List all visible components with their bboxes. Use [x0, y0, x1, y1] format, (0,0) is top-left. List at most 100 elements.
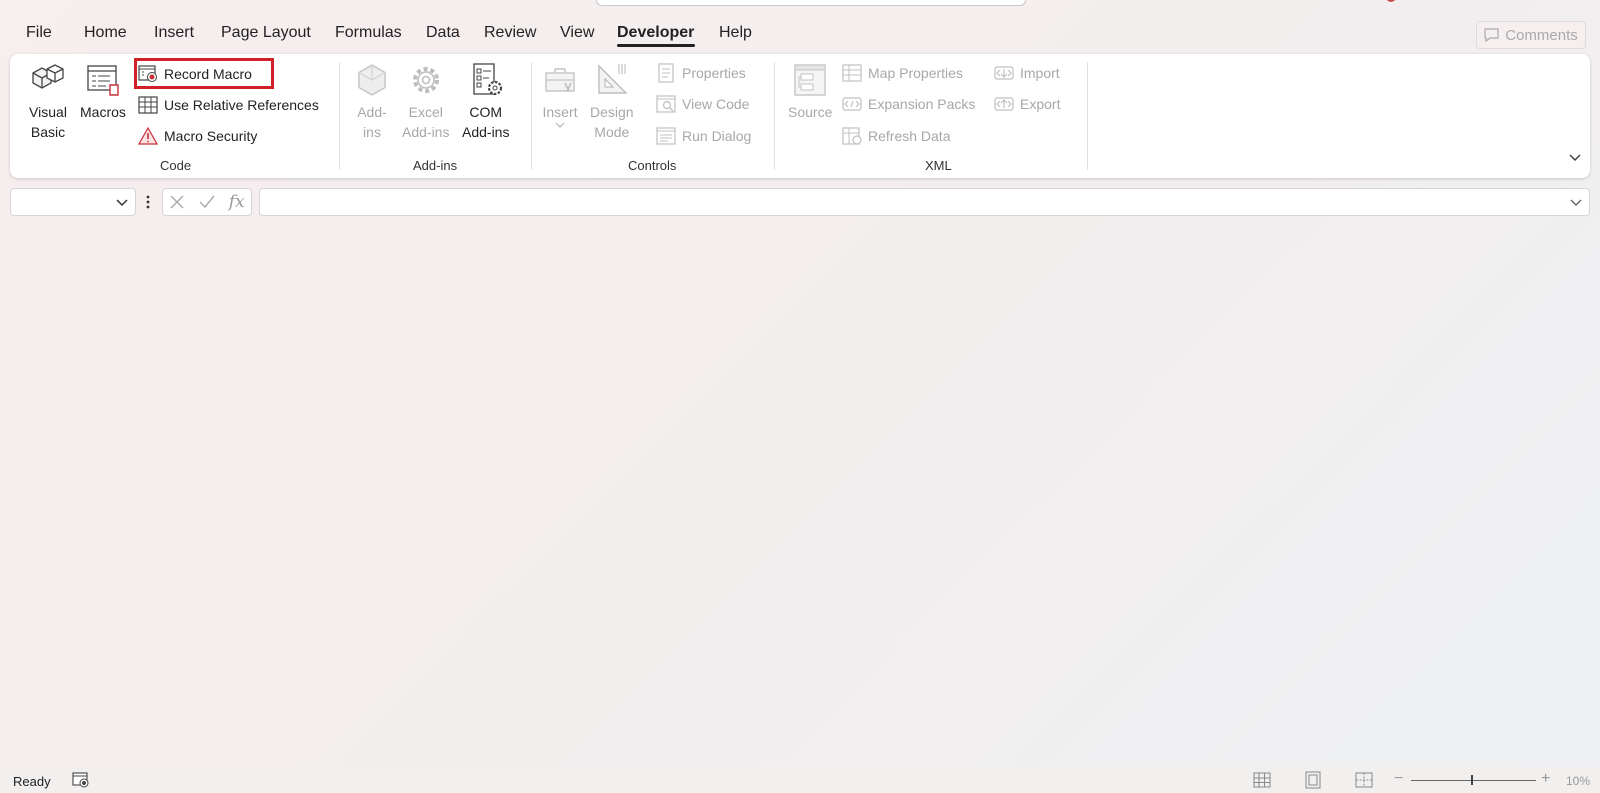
view-code-button[interactable]: View Code: [656, 91, 749, 117]
table-grid-icon: [138, 95, 158, 115]
export-icon: [994, 94, 1014, 114]
tab-data[interactable]: Data: [426, 24, 460, 42]
xml-export-label: Export: [1020, 96, 1061, 112]
run-dialog-button[interactable]: Run Dialog: [656, 123, 751, 149]
excel-addins-label-1: Excel: [408, 104, 443, 120]
com-addins-label-1: COM: [469, 104, 503, 120]
visual-basic-icon: [28, 60, 68, 100]
name-box[interactable]: [10, 188, 136, 216]
title-search-box[interactable]: [596, 0, 1026, 6]
insert-controls-button[interactable]: Insert: [540, 60, 580, 128]
tab-home[interactable]: Home: [84, 24, 127, 42]
properties-icon: [656, 63, 676, 83]
properties-button[interactable]: Properties: [656, 60, 746, 86]
record-macro-icon: [138, 64, 158, 84]
macro-security-button[interactable]: Macro Security: [138, 123, 257, 149]
tab-help[interactable]: Help: [719, 24, 752, 42]
triangle-ruler-icon: [592, 60, 632, 100]
group-divider: [339, 62, 340, 170]
addins-group-label: Add-ins: [413, 158, 458, 173]
run-dialog-icon: [656, 126, 676, 146]
visual-basic-label-2: Basic: [30, 124, 66, 140]
refresh-data-button[interactable]: Refresh Data: [842, 123, 950, 149]
zoom-out-icon[interactable]: −: [1394, 770, 1403, 788]
comment-icon: [1484, 28, 1499, 42]
page-break-preview-icon[interactable]: [1355, 771, 1373, 789]
formula-controls: fx: [162, 188, 252, 216]
excel-addins-label-2: Add-ins: [402, 124, 450, 140]
com-addins-button[interactable]: COM Add-ins: [462, 60, 509, 142]
xml-import-label: Import: [1020, 65, 1060, 81]
macro-recording-status-icon[interactable]: [72, 772, 90, 788]
tab-file[interactable]: File: [26, 24, 52, 42]
addins-label-2: ins: [363, 124, 381, 140]
group-divider: [1087, 62, 1088, 170]
zoom-slider[interactable]: [1411, 780, 1536, 781]
import-icon: [994, 63, 1014, 83]
addins-button[interactable]: Add- ins: [352, 60, 392, 142]
tab-formulas[interactable]: Formulas: [335, 24, 402, 42]
xml-source-label: Source: [788, 104, 833, 120]
enter-checkmark-icon[interactable]: [198, 194, 216, 210]
comments-label: Comments: [1505, 26, 1578, 44]
macros-icon: [83, 60, 123, 100]
xml-source-icon: [790, 60, 830, 100]
ribbon-panel: Visual Basic Macros Record Macro Use Rel…: [10, 54, 1590, 178]
refresh-data-icon: [842, 126, 862, 146]
addins-label-1: Add-: [357, 104, 387, 120]
account-avatar[interactable]: [1386, 0, 1396, 2]
design-mode-button[interactable]: Design Mode: [590, 60, 634, 142]
expansion-packs-button[interactable]: Expansion Packs: [842, 91, 975, 117]
comments-button[interactable]: Comments: [1476, 21, 1586, 49]
ribbon-collapse-chevron-icon[interactable]: [1567, 150, 1583, 166]
excel-addins-button[interactable]: Excel Add-ins: [402, 60, 449, 142]
normal-view-icon[interactable]: [1253, 771, 1271, 789]
hexagon-icon: [352, 60, 392, 100]
more-options-icon[interactable]: [145, 193, 151, 211]
expansion-packs-label: Expansion Packs: [868, 96, 976, 112]
properties-label: Properties: [682, 65, 746, 81]
insert-controls-label: Insert: [542, 104, 578, 120]
xml-export-button[interactable]: Export: [994, 91, 1060, 117]
cancel-icon[interactable]: [169, 194, 185, 210]
status-ready-text: Ready: [13, 774, 51, 789]
macros-button[interactable]: Macros: [80, 60, 126, 122]
macros-label: Macros: [80, 104, 126, 120]
xml-source-button[interactable]: Source: [788, 60, 832, 122]
gear-icon: [406, 60, 446, 100]
map-properties-label: Map Properties: [868, 65, 963, 81]
record-macro-label: Record Macro: [164, 66, 252, 82]
map-properties-button[interactable]: Map Properties: [842, 60, 963, 86]
design-mode-label-2: Mode: [594, 124, 630, 140]
xml-group-label: XML: [925, 158, 952, 173]
formula-input[interactable]: [259, 188, 1590, 216]
record-macro-button[interactable]: Record Macro: [138, 61, 252, 87]
warning-icon: [138, 126, 158, 146]
xml-import-button[interactable]: Import: [994, 60, 1060, 86]
page-layout-view-icon[interactable]: [1304, 771, 1322, 789]
view-code-label: View Code: [682, 96, 750, 112]
tab-developer[interactable]: Developer: [617, 24, 694, 42]
view-code-icon: [656, 94, 676, 114]
visual-basic-button[interactable]: Visual Basic: [28, 60, 68, 142]
tab-view[interactable]: View: [560, 24, 594, 42]
macro-security-label: Macro Security: [164, 128, 258, 144]
expand-formula-bar-icon[interactable]: [1569, 196, 1583, 210]
visual-basic-label-1: Visual: [29, 104, 67, 120]
zoom-level[interactable]: 10%: [1566, 774, 1590, 788]
com-addins-label-2: Add-ins: [462, 124, 510, 140]
chevron-down-icon[interactable]: [115, 196, 129, 210]
tab-insert[interactable]: Insert: [154, 24, 194, 42]
map-properties-icon: [842, 63, 862, 83]
group-divider: [774, 62, 775, 170]
zoom-slider-thumb[interactable]: [1471, 775, 1473, 785]
controls-group-label: Controls: [628, 158, 677, 173]
tab-page-layout[interactable]: Page Layout: [221, 24, 311, 42]
tab-review[interactable]: Review: [484, 24, 536, 42]
ribbon-tabs: File Home Insert Page Layout Formulas Da…: [0, 22, 1600, 52]
insert-function-icon[interactable]: fx: [229, 192, 245, 212]
chevron-down-icon: [555, 122, 565, 128]
use-relative-references-button[interactable]: Use Relative References: [138, 92, 319, 118]
zoom-in-icon[interactable]: +: [1541, 770, 1550, 788]
active-tab-indicator: [617, 44, 695, 47]
